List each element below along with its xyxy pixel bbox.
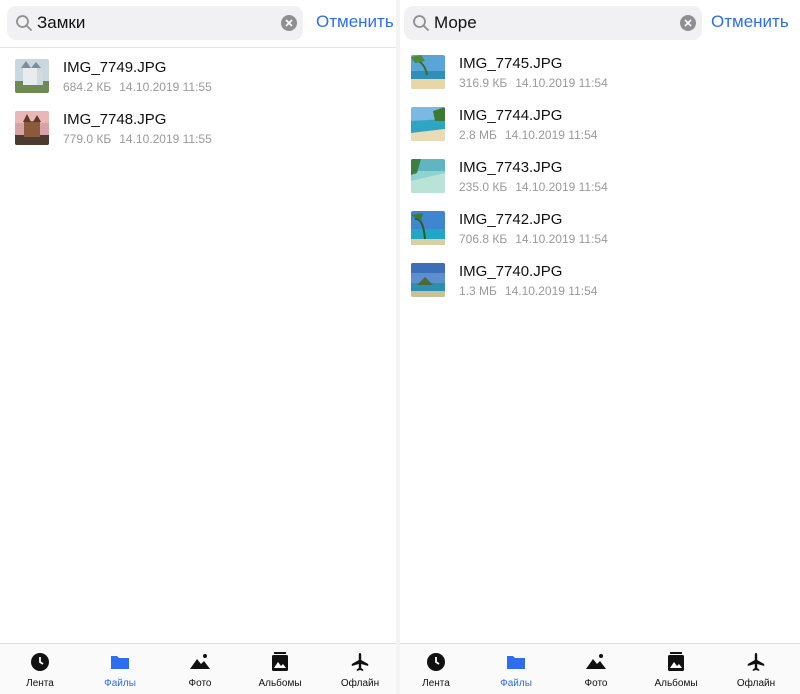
tab-bar: Лента Файлы Фото Альбомы Офлайн	[0, 643, 396, 694]
file-thumbnail	[411, 55, 445, 89]
file-meta: 706.8 КБ 14.10.2019 11:54	[459, 232, 608, 246]
file-name: IMG_7743.JPG	[459, 159, 563, 176]
file-name: IMG_7742.JPG	[459, 211, 563, 228]
tab-photo[interactable]: Фото	[566, 644, 626, 694]
tab-label: Офлайн	[340, 678, 380, 689]
clear-icon[interactable]	[680, 15, 696, 31]
tab-label: Офлайн	[736, 678, 776, 689]
file-thumbnail	[411, 107, 445, 141]
search-field[interactable]	[404, 6, 702, 40]
file-size: 2.8 МБ	[459, 128, 497, 142]
list-item[interactable]: IMG_7749.JPG 684.2 КБ 14.10.2019 11:55	[0, 55, 396, 107]
file-date: 14.10.2019 11:54	[504, 284, 598, 298]
tab-offline[interactable]: Офлайн	[330, 644, 390, 694]
file-meta: 316.9 КБ 14.10.2019 11:54	[459, 76, 608, 90]
file-name: IMG_7740.JPG	[459, 263, 563, 280]
file-date: 14.10.2019 11:55	[119, 132, 212, 146]
file-name: IMG_7744.JPG	[459, 107, 563, 124]
file-meta: 2.8 МБ 14.10.2019 11:54	[459, 128, 597, 142]
tab-feed[interactable]: Лента	[406, 644, 466, 694]
file-meta: 779.0 КБ 14.10.2019 11:55	[63, 132, 212, 146]
tab-files[interactable]: Файлы	[486, 644, 546, 694]
file-size: 779.0 КБ	[63, 132, 112, 146]
list-item[interactable]: IMG_7745.JPG 316.9 КБ 14.10.2019 11:54	[400, 51, 800, 103]
left-screen: Отменить IMG_7749.JPG 684.2 КБ 14.10.2019…	[0, 0, 396, 694]
search-field[interactable]	[7, 6, 303, 40]
file-name: IMG_7748.JPG	[63, 111, 167, 128]
search-bar: Отменить	[0, 0, 396, 48]
tab-albums[interactable]: Альбомы	[250, 644, 310, 694]
file-date: 14.10.2019 11:54	[515, 76, 608, 90]
tab-label: Альбомы	[258, 678, 302, 689]
search-input[interactable]	[37, 6, 273, 40]
search-icon	[413, 15, 429, 31]
file-size: 706.8 КБ	[459, 232, 508, 246]
tab-label: Лента	[422, 678, 450, 689]
file-meta: 235.0 КБ 14.10.2019 11:54	[459, 180, 608, 194]
clear-icon[interactable]	[281, 15, 297, 31]
file-name: IMG_7745.JPG	[459, 55, 563, 72]
photo-icon	[586, 654, 606, 669]
airplane-icon	[747, 653, 765, 671]
photo-icon	[190, 654, 210, 669]
list-item[interactable]: IMG_7742.JPG 706.8 КБ 14.10.2019 11:54	[400, 207, 800, 259]
cancel-button[interactable]: Отменить	[711, 12, 789, 32]
airplane-icon	[351, 653, 369, 671]
file-thumbnail	[411, 159, 445, 193]
cancel-button[interactable]: Отменить	[316, 12, 394, 32]
clock-icon	[427, 653, 445, 671]
tab-photo[interactable]: Фото	[170, 644, 230, 694]
tab-albums[interactable]: Альбомы	[646, 644, 706, 694]
file-thumbnail	[15, 59, 49, 93]
tab-feed[interactable]: Лента	[10, 644, 70, 694]
tab-offline[interactable]: Офлайн	[726, 644, 786, 694]
file-thumbnail	[411, 211, 445, 245]
tab-label: Фото	[584, 678, 608, 689]
album-icon	[272, 652, 288, 671]
file-date: 14.10.2019 11:54	[504, 128, 598, 142]
file-thumbnail	[15, 111, 49, 145]
file-date: 14.10.2019 11:54	[515, 232, 608, 246]
file-meta: 684.2 КБ 14.10.2019 11:55	[63, 80, 212, 94]
file-size: 235.0 КБ	[459, 180, 508, 194]
list-item[interactable]: IMG_7743.JPG 235.0 КБ 14.10.2019 11:54	[400, 155, 800, 207]
clock-icon	[31, 653, 49, 671]
search-bar: Отменить	[400, 0, 800, 47]
file-size: 684.2 КБ	[63, 80, 112, 94]
tab-label: Файлы	[500, 678, 532, 689]
file-date: 14.10.2019 11:55	[119, 80, 212, 94]
tab-label: Фото	[188, 678, 212, 689]
list-item[interactable]: IMG_7740.JPG 1.3 МБ 14.10.2019 11:54	[400, 259, 800, 311]
file-size: 1.3 МБ	[459, 284, 497, 298]
file-list: IMG_7745.JPG 316.9 КБ 14.10.2019 11:54 IM…	[400, 51, 800, 311]
file-thumbnail	[411, 263, 445, 297]
tab-bar: Лента Файлы Фото Альбомы Офлайн	[400, 643, 800, 694]
right-screen: Отменить IMG_7745.JPG 316.9 КБ 14.10.2019…	[400, 0, 800, 694]
search-input[interactable]	[434, 6, 672, 40]
file-meta: 1.3 МБ 14.10.2019 11:54	[459, 284, 597, 298]
tab-label: Файлы	[104, 678, 136, 689]
search-icon	[16, 15, 32, 31]
file-list: IMG_7749.JPG 684.2 КБ 14.10.2019 11:55 IM…	[0, 55, 396, 159]
file-date: 14.10.2019 11:54	[515, 180, 608, 194]
tab-label: Альбомы	[654, 678, 698, 689]
folder-icon	[111, 656, 129, 669]
tab-files[interactable]: Файлы	[90, 644, 150, 694]
file-size: 316.9 КБ	[459, 76, 508, 90]
album-icon	[668, 652, 684, 671]
list-item[interactable]: IMG_7748.JPG 779.0 КБ 14.10.2019 11:55	[0, 107, 396, 159]
tab-label: Лента	[26, 678, 54, 689]
file-name: IMG_7749.JPG	[63, 59, 167, 76]
folder-icon	[507, 656, 525, 669]
list-item[interactable]: IMG_7744.JPG 2.8 МБ 14.10.2019 11:54	[400, 103, 800, 155]
